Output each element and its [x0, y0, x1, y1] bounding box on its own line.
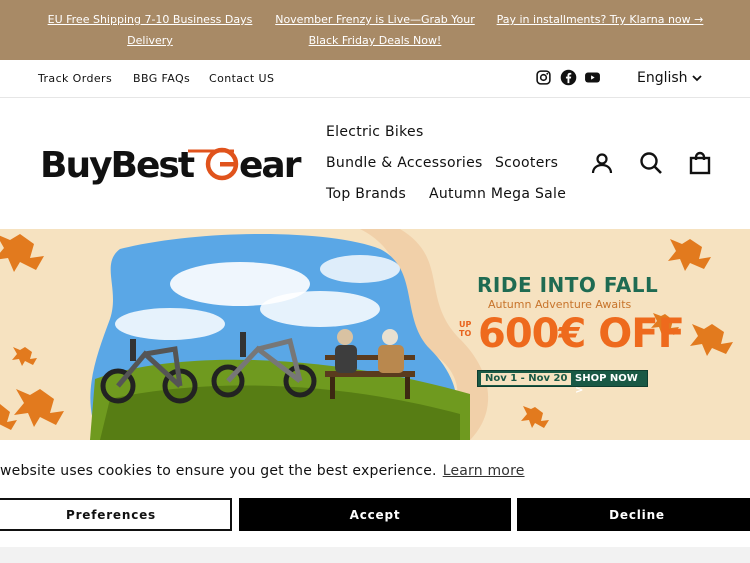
hero-cta-badge[interactable]: Nov 1 - Nov 20 SHOP NOW > [477, 370, 648, 396]
youtube-icon[interactable] [584, 69, 601, 86]
cookie-message-row: website uses cookies to ensure you get t… [0, 463, 525, 479]
contact-us-link[interactable]: Contact US [209, 72, 274, 85]
cookie-banner: website uses cookies to ensure you get t… [0, 440, 750, 547]
facebook-icon[interactable] [560, 69, 577, 86]
nav-bundle-accessories[interactable]: Bundle & Accessories [326, 155, 483, 171]
account-icon[interactable] [590, 151, 614, 175]
faqs-link[interactable]: BBG FAQs [133, 72, 190, 85]
hero-dates: Nov 1 - Nov 20 [481, 373, 572, 385]
hero-title: RIDE INTO FALL [477, 273, 659, 297]
hero-subtitle: Autumn Adventure Awaits [488, 298, 632, 311]
buybestgear-logo[interactable]: BuyBest ear [38, 140, 302, 186]
svg-text:ear: ear [239, 145, 302, 186]
learn-more-link[interactable]: Learn more [443, 463, 525, 479]
utility-bar: Track Orders BBG FAQs Contact US English [0, 60, 750, 98]
announcement-klarna-link[interactable]: Pay in installments? Try Klarna now → [485, 9, 715, 30]
nav-top-brands[interactable]: Top Brands [326, 186, 406, 202]
nav-electric-bikes[interactable]: Electric Bikes [326, 124, 424, 140]
cookie-decline-button[interactable]: Decline [517, 498, 750, 531]
hero-banner[interactable]: RIDE INTO FALL Autumn Adventure Awaits U… [0, 229, 750, 440]
cookie-accept-button[interactable]: Accept [239, 498, 511, 531]
hero-upto-label: UP TO [459, 320, 472, 338]
instagram-icon[interactable] [535, 69, 552, 86]
hero-discount: 600€ OFF [478, 311, 685, 357]
announcement-shipping-link[interactable]: EU Free Shipping 7-10 Business Days Deli… [30, 9, 270, 51]
svg-text:BuyBest: BuyBest [40, 145, 195, 186]
page-content-edge [0, 547, 750, 563]
cookie-message: website uses cookies to ensure you get t… [0, 463, 437, 479]
chevron-down-icon[interactable] [691, 72, 703, 84]
nav-scooters[interactable]: Scooters [495, 155, 558, 171]
cookie-preferences-button[interactable]: Preferences [0, 498, 232, 531]
search-icon[interactable] [639, 151, 663, 175]
language-selector[interactable]: English [637, 70, 688, 86]
site-header: BuyBest ear Electric Bikes Bundle & Acce… [0, 98, 750, 229]
cart-icon[interactable] [688, 151, 712, 175]
nav-autumn-mega-sale[interactable]: Autumn Mega Sale [429, 186, 566, 202]
shop-now-button[interactable]: SHOP NOW > [575, 373, 647, 397]
announcement-black-friday-link[interactable]: November Frenzy is Live—Grab Your Black … [270, 9, 480, 51]
track-orders-link[interactable]: Track Orders [38, 72, 112, 85]
announcement-bar: EU Free Shipping 7-10 Business Days Deli… [0, 0, 750, 60]
